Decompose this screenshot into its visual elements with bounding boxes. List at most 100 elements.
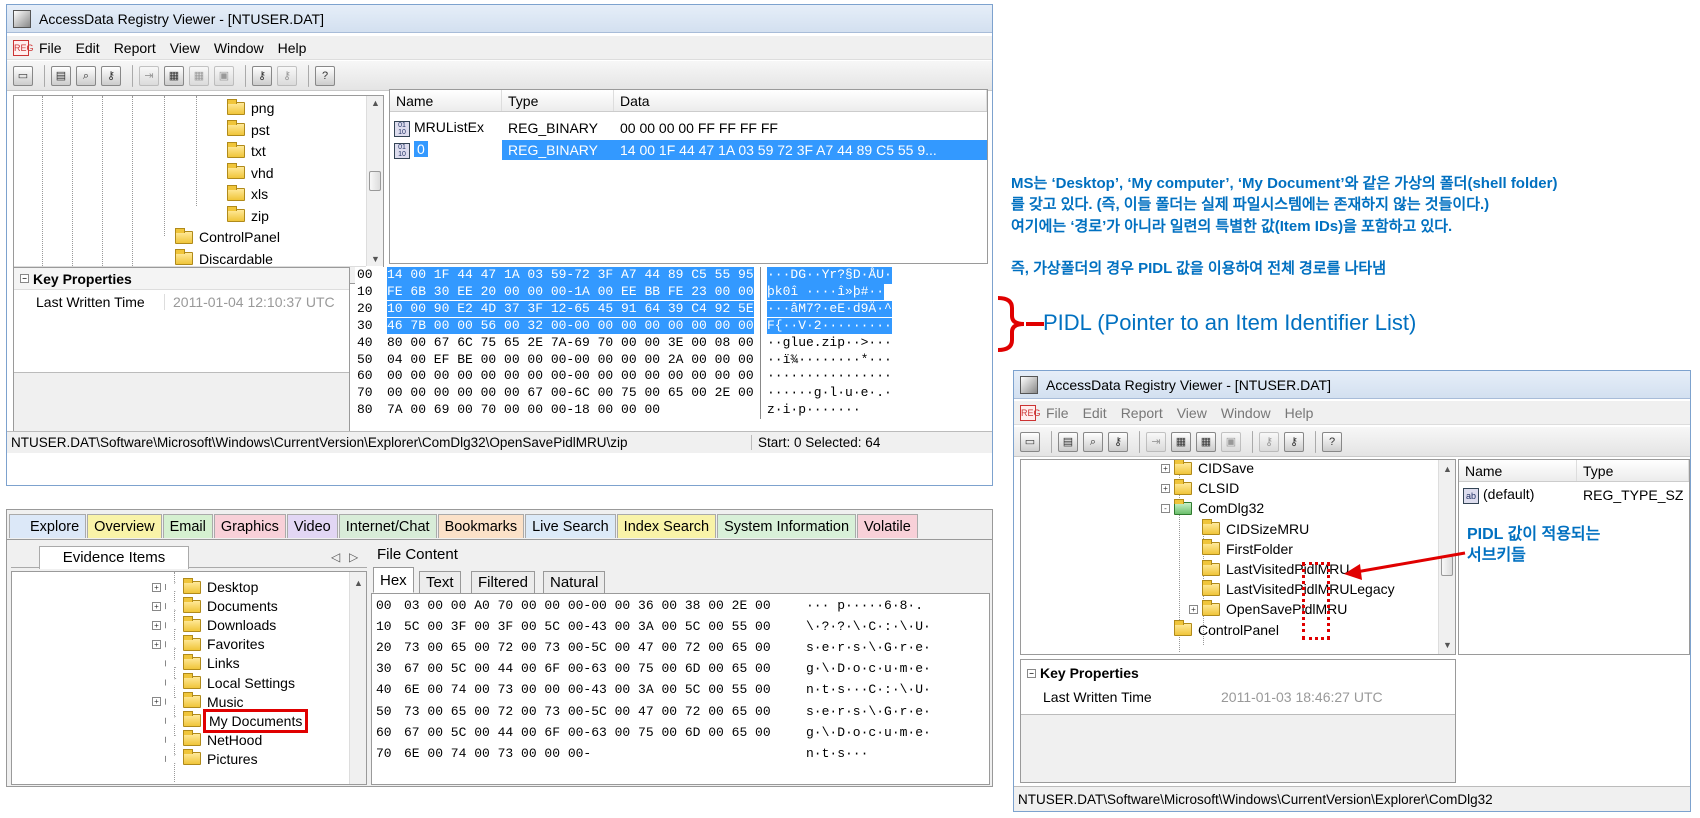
report-view-icon[interactable]: ▣ <box>214 65 234 86</box>
evidence-tree-item[interactable]: NetHood <box>152 730 262 750</box>
tab-index-search[interactable]: Index Search <box>616 514 717 538</box>
value-row-selected[interactable]: 01 10 0 REG_BINARY 14 00 1F 44 47 1A 03 59… <box>390 140 987 160</box>
hex-ascii[interactable]: ··· p·····6·8·. <box>806 598 923 615</box>
hex-bytes[interactable]: 67 00 5C 00 44 00 6F 00-63 00 75 00 6D 0… <box>404 725 771 742</box>
column-name[interactable]: Name <box>390 90 502 111</box>
hex-ascii[interactable]: þk0î ····î»þ#·· <box>767 283 885 301</box>
hex-bytes[interactable]: 14 00 1F 44 47 1A 03 59-72 3F A7 44 89 C… <box>387 267 754 284</box>
collapse-icon[interactable]: - <box>1161 503 1170 513</box>
key-icon[interactable]: ⚷ <box>101 65 121 86</box>
hex-ascii[interactable]: n·t·s··· <box>806 746 868 763</box>
hex-bytes[interactable]: 6E 00 74 00 73 00 00 00-43 00 3A 00 5C 0… <box>404 682 771 699</box>
menu-help[interactable]: Help <box>1285 405 1314 421</box>
key-gray-icon[interactable]: ⚷ <box>277 65 297 86</box>
hex-bytes[interactable]: 46 7B 00 00 56 00 32 00-00 00 00 00 00 0… <box>387 317 754 335</box>
tree-item[interactable]: ControlPanel <box>1161 620 1279 640</box>
tree-item[interactable]: png <box>227 98 274 118</box>
value-row[interactable]: ab (default) REG_TYPE_SZ <box>1459 485 1689 505</box>
hex-ascii[interactable]: n·t·s···C·:·\·U· <box>806 682 931 699</box>
hex-view-panel[interactable]: 00 14 00 1F 44 47 1A 03 59-72 3F A7 44 89… <box>355 267 988 419</box>
menu-window[interactable]: Window <box>214 40 264 56</box>
collapse-icon[interactable]: − <box>20 274 29 283</box>
help-icon[interactable]: ? <box>1322 431 1342 452</box>
hex-ascii[interactable]: \·?·?·\·C·:·\·U· <box>806 619 931 636</box>
menu-edit[interactable]: Edit <box>76 40 100 56</box>
menu-view[interactable]: View <box>170 40 200 56</box>
export-icon[interactable]: ⇥ <box>139 65 159 86</box>
tab-filtered[interactable]: Filtered <box>471 571 536 593</box>
document-icon[interactable]: REG <box>1020 404 1041 421</box>
evidence-tree-panel[interactable]: + Desktop + Documents + Downloads + Favorites Li… <box>11 571 367 785</box>
expand-icon[interactable]: + <box>152 582 161 592</box>
tab-evidence-items[interactable]: Evidence Items <box>39 546 189 569</box>
tree-item[interactable]: vhd <box>227 163 274 183</box>
hex-bytes[interactable]: 00 00 00 00 00 00 67 00-6C 00 75 00 65 0… <box>387 385 754 402</box>
collapse-icon[interactable]: − <box>1027 668 1036 678</box>
hex-ascii[interactable]: g·\·D·o·c·u·m·e· <box>806 661 931 678</box>
evidence-tree-item[interactable]: My Documents <box>152 708 309 733</box>
tab-text[interactable]: Text <box>419 571 461 593</box>
scroll-thumb[interactable] <box>369 171 381 191</box>
open-folder-icon[interactable]: ▭ <box>1020 431 1040 452</box>
evidence-tree-item[interactable]: Pictures <box>152 749 258 769</box>
hex-ascii[interactable]: g·\·D·o·c·u·m·e· <box>806 725 931 742</box>
column-data[interactable]: Data <box>614 90 987 111</box>
hex-ascii[interactable]: ··glue.zip··>··· <box>767 335 892 352</box>
menu-edit[interactable]: Edit <box>1083 405 1107 421</box>
tab-email[interactable]: Email <box>162 514 213 538</box>
menu-report[interactable]: Report <box>1121 405 1163 421</box>
registry-tree-panel[interactable]: png pst txt vhd xls zip ControlPanel Discardabl… <box>13 95 384 284</box>
tab-bookmarks[interactable]: Bookmarks <box>437 514 525 538</box>
tab-hex[interactable]: Hex <box>373 567 414 593</box>
hex-ascii[interactable]: ······g·l·u·e·.· <box>767 385 892 402</box>
hex-ascii[interactable]: F{··V·2········· <box>767 317 892 335</box>
column-name[interactable]: Name <box>1459 460 1577 481</box>
hex-ascii[interactable]: ··ï¾········*··· <box>767 352 892 369</box>
key-gray-icon[interactable]: ⚷ <box>1259 431 1279 452</box>
hex-bytes[interactable]: 80 00 67 6C 75 65 2E 7A-69 70 00 00 3E 0… <box>387 335 754 352</box>
expand-icon[interactable]: + <box>152 601 161 611</box>
hex-bytes[interactable]: 67 00 5C 00 44 00 6F 00-63 00 75 00 6D 0… <box>404 661 771 678</box>
tree-item[interactable]: ControlPanel <box>175 227 280 247</box>
report-edit-icon[interactable]: ▦ <box>1196 431 1216 452</box>
hex-bytes[interactable]: 6E 00 74 00 73 00 00 00- <box>404 746 591 763</box>
ftk-hex-panel[interactable]: 00 03 00 00 A0 70 00 00 00-00 00 36 00 38… <box>371 593 990 785</box>
evidence-tree-item[interactable]: + Music <box>152 692 244 712</box>
hex-ascii[interactable]: s·e·r·s·\·G·r·e· <box>806 704 931 721</box>
evidence-tree-item[interactable]: + Downloads <box>152 615 276 635</box>
hex-bytes[interactable]: 00 00 00 00 00 00 00 00-00 00 00 00 00 0… <box>387 368 754 385</box>
tab-volatile[interactable]: Volatile <box>857 514 918 538</box>
report-icon[interactable]: ▦ <box>164 65 184 86</box>
evidence-tree-item[interactable]: + Favorites <box>152 634 265 654</box>
tab-explore[interactable]: Explore <box>9 514 87 538</box>
tab-video[interactable]: Video <box>286 514 338 538</box>
hex-bytes[interactable]: FE 6B 30 EE 20 00 00 00-1A 00 EE BB FE 2… <box>387 283 754 301</box>
expand-icon[interactable]: + <box>1189 604 1198 614</box>
print-icon[interactable]: ▤ <box>51 65 71 86</box>
menu-view[interactable]: View <box>1177 405 1207 421</box>
evidence-tree-item[interactable]: + Desktop <box>152 577 258 597</box>
key-red-icon[interactable]: ⚷ <box>1284 431 1304 452</box>
values-list-panel[interactable]: Name Type Data 01 10 MRUListEx REG_BINARY … <box>389 89 988 264</box>
tab-scroll-right-icon[interactable]: ▷ <box>349 550 358 564</box>
hex-bytes[interactable]: 73 00 65 00 72 00 73 00-5C 00 47 00 72 0… <box>404 640 771 657</box>
tree-item[interactable]: txt <box>227 141 266 161</box>
expand-icon[interactable]: + <box>152 620 161 630</box>
tab-overview[interactable]: Overview <box>87 514 162 538</box>
hex-ascii[interactable]: ···âM7?·eE·d9Ä·^ <box>767 300 892 318</box>
tree-item[interactable]: FirstFolder <box>1189 539 1293 559</box>
evidence-tree-scrollbar[interactable]: ▲ <box>349 572 366 784</box>
report-edit-icon[interactable]: ▦ <box>189 65 209 86</box>
expand-icon[interactable]: + <box>152 697 161 707</box>
help-icon[interactable]: ? <box>315 65 335 86</box>
hex-ascii[interactable]: s·e·r·s·\·G·r·e· <box>806 640 931 657</box>
hex-ascii[interactable]: ···DG··Yr?§D·ÅU· <box>767 267 892 284</box>
evidence-tree-item[interactable]: Local Settings <box>152 673 295 693</box>
key-icon[interactable]: ⚷ <box>1108 431 1128 452</box>
hex-bytes[interactable]: 7A 00 69 00 70 00 00 00-18 00 00 00 <box>387 402 660 419</box>
document-icon[interactable]: REG <box>13 39 34 56</box>
menu-report[interactable]: Report <box>114 40 156 56</box>
hex-bytes[interactable]: 10 00 90 E2 4D 37 3F 12-65 45 91 64 39 C… <box>387 300 754 318</box>
column-type[interactable]: Type <box>502 90 614 111</box>
tab-graphics[interactable]: Graphics <box>213 514 286 538</box>
